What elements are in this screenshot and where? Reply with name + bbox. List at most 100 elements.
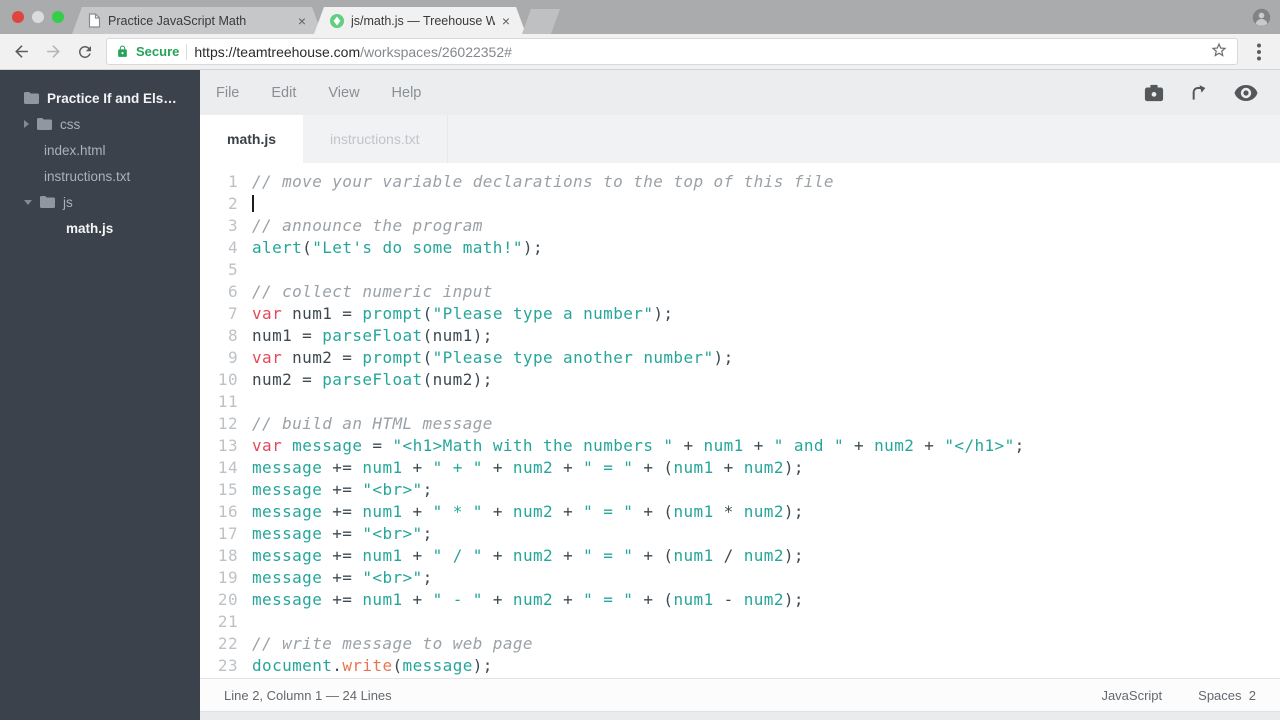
code-line-content: message += num1 + " + " + num2 + " = " +…	[252, 457, 804, 479]
code-token: + (	[633, 458, 674, 477]
menu-edit[interactable]: Edit	[271, 85, 296, 101]
url-path: /workspaces/26022352#	[360, 43, 512, 60]
gutter-line-number: 20	[217, 590, 238, 609]
close-tab-icon[interactable]: ×	[502, 14, 510, 28]
code-token: +=	[322, 524, 363, 543]
code-line[interactable]: 5	[200, 259, 1280, 281]
gutter-line-number: 22	[217, 634, 238, 653]
code-token: +=	[322, 590, 363, 609]
code-line[interactable]: 8 num1 = parseFloat(num1);	[200, 325, 1280, 347]
tree-item-label: math.js	[66, 220, 114, 236]
editor-tab-instructions[interactable]: instructions.txt	[303, 115, 448, 163]
browser-tab-title: js/math.js — Treehouse Works	[351, 13, 495, 28]
code-token: prompt	[362, 304, 423, 323]
browser-tab-strip: Practice JavaScript Math × js/math.js — …	[0, 0, 1280, 34]
code-token: message	[252, 458, 323, 477]
menu-help[interactable]: Help	[392, 85, 422, 101]
code-token: // collect numeric input	[252, 282, 493, 301]
gutter-line-number: 4	[227, 238, 238, 257]
back-icon[interactable]	[10, 41, 32, 63]
profile-avatar-icon[interactable]	[1252, 8, 1271, 32]
code-token: " + "	[432, 458, 483, 477]
code-line[interactable]: 6 // collect numeric input	[200, 281, 1280, 303]
language-selector[interactable]: JavaScript	[1101, 688, 1162, 703]
menu-view[interactable]: View	[328, 85, 359, 101]
editor-tab-bar: math.js instructions.txt	[200, 115, 1280, 163]
gutter-line-number: 17	[217, 524, 238, 543]
code-line[interactable]: 3 // announce the program	[200, 215, 1280, 237]
code-line-content: num1 = parseFloat(num1);	[252, 325, 493, 347]
gutter-line-number: 7	[227, 304, 238, 323]
tree-item-css[interactable]: css	[0, 111, 200, 137]
code-line[interactable]: 11	[200, 391, 1280, 413]
code-token: *	[713, 502, 744, 521]
code-line[interactable]: 10 num2 = parseFloat(num2);	[200, 369, 1280, 391]
browser-tab-workspace[interactable]: js/math.js — Treehouse Works ×	[314, 7, 526, 34]
code-token: );	[783, 502, 804, 521]
code-token: +=	[322, 458, 363, 477]
code-line[interactable]: 7 var num1 = prompt("Please type a number…	[200, 303, 1280, 325]
close-tab-icon[interactable]: ×	[298, 14, 306, 28]
code-line[interactable]: 22 // write message to web page	[200, 633, 1280, 655]
browser-menu-icon[interactable]	[1248, 41, 1270, 63]
code-line[interactable]: 4 alert("Let's do some math!");	[200, 237, 1280, 259]
code-line[interactable]: 13 var message = "<h1>Math with the numbe…	[200, 435, 1280, 457]
code-token: +	[482, 546, 513, 565]
code-token: ;	[422, 568, 433, 587]
gutter-line-number: 10	[217, 370, 238, 389]
close-window-button[interactable]	[12, 11, 24, 23]
preview-eye-icon[interactable]	[1234, 84, 1258, 102]
code-token: "Please type another number"	[432, 348, 714, 367]
code-line-content: document.write(message);	[252, 655, 493, 677]
tree-item-math-js[interactable]: math.js	[0, 215, 200, 241]
editor-tab-label: instructions.txt	[330, 131, 420, 147]
gutter-line-number: 19	[217, 568, 238, 587]
code-token: " = "	[583, 546, 634, 565]
browser-tab-title: Practice JavaScript Math	[108, 13, 247, 28]
code-line-content: message += "<br>";	[252, 479, 433, 501]
code-editor[interactable]: 1 // move your variable declarations to t…	[200, 163, 1280, 678]
menu-file[interactable]: File	[216, 85, 239, 101]
new-tab-button[interactable]	[522, 9, 560, 34]
forward-icon[interactable]	[42, 41, 64, 63]
code-line[interactable]: 9 var num2 = prompt("Please type another …	[200, 347, 1280, 369]
bookmark-star-icon[interactable]	[1210, 41, 1228, 62]
code-line-content	[252, 193, 254, 215]
gutter-line-number: 5	[227, 260, 238, 279]
fork-arrow-icon[interactable]	[1189, 83, 1210, 103]
project-root-item[interactable]: Practice If and Els…	[0, 85, 200, 111]
address-bar[interactable]: Secure https://teamtreehouse.com/workspa…	[106, 38, 1238, 65]
folder-icon	[40, 196, 55, 208]
code-line[interactable]: 2	[200, 193, 1280, 215]
code-line[interactable]: 19 message += "<br>";	[200, 567, 1280, 589]
snapshot-camera-icon[interactable]	[1143, 83, 1165, 103]
code-token: +	[402, 458, 433, 477]
tree-item-js[interactable]: js	[0, 189, 200, 215]
chevron-down-icon[interactable]	[24, 199, 32, 205]
tree-item-index-html[interactable]: index.html	[0, 137, 200, 163]
code-line[interactable]: 15 message += "<br>";	[200, 479, 1280, 501]
code-line[interactable]: 12 // build an HTML message	[200, 413, 1280, 435]
tree-item-instructions-txt[interactable]: instructions.txt	[0, 163, 200, 189]
code-token: "Let's do some math!"	[312, 238, 523, 257]
code-line-content: var message = "<h1>Math with the numbers…	[252, 435, 1025, 457]
code-line[interactable]: 17 message += "<br>";	[200, 523, 1280, 545]
code-line[interactable]: 18 message += num1 + " / " + num2 + " = "…	[200, 545, 1280, 567]
indent-selector[interactable]: Spaces 2	[1198, 688, 1256, 703]
code-line[interactable]: 23 document.write(message);	[200, 655, 1280, 677]
zoom-window-button[interactable]	[52, 11, 64, 23]
code-line[interactable]: 14 message += num1 + " + " + num2 + " = "…	[200, 457, 1280, 479]
tree-item-label: css	[60, 116, 81, 132]
browser-tab-practice-javascript-math[interactable]: Practice JavaScript Math ×	[72, 7, 322, 34]
chevron-right-icon[interactable]	[24, 120, 29, 128]
code-line[interactable]: 20 message += num1 + " - " + num2 + " = "…	[200, 589, 1280, 611]
code-line[interactable]: 1 // move your variable declarations to t…	[200, 171, 1280, 193]
minimize-window-button[interactable]	[32, 11, 44, 23]
editor-tab-mathjs[interactable]: math.js	[200, 115, 304, 163]
reload-icon[interactable]	[74, 41, 96, 63]
code-token: message	[252, 480, 323, 499]
code-token: num1	[673, 546, 714, 565]
code-line[interactable]: 16 message += num1 + " * " + num2 + " = "…	[200, 501, 1280, 523]
code-line[interactable]: 21	[200, 611, 1280, 633]
secure-badge[interactable]: Secure	[136, 44, 179, 59]
